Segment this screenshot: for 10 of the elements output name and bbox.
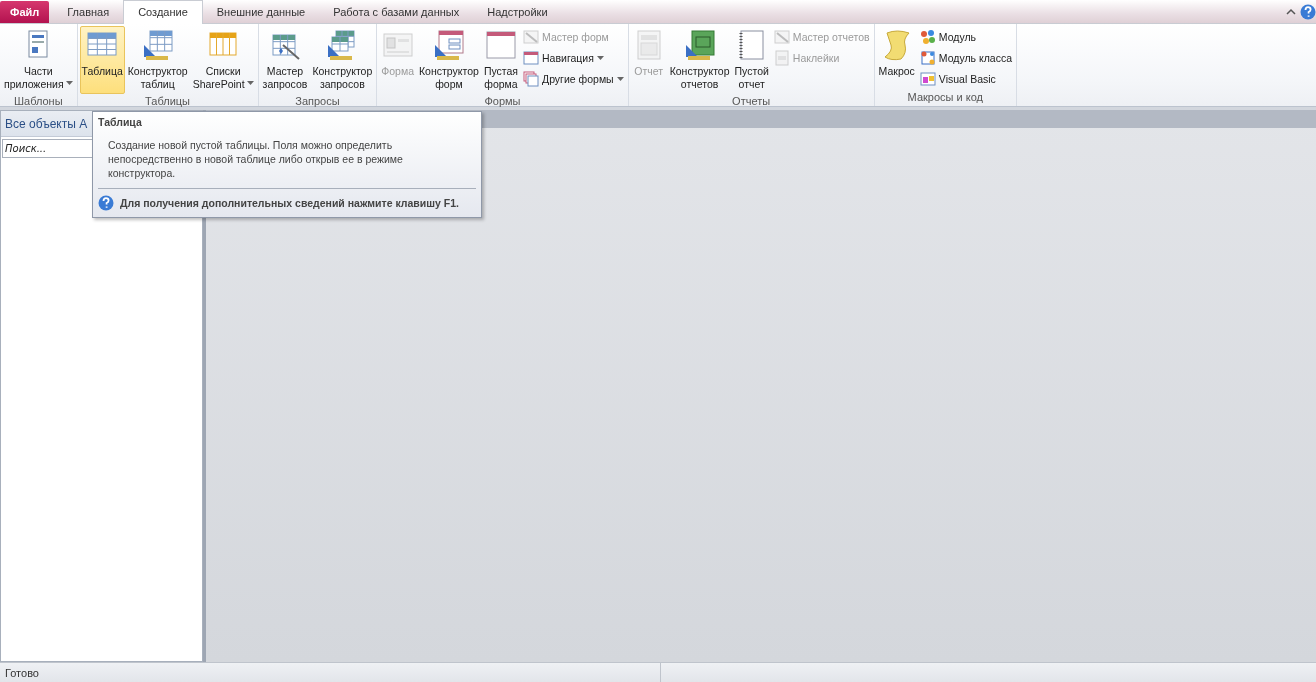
group-label: Запросы [294, 94, 341, 108]
group-label: Шаблоны [12, 94, 64, 108]
group-label: Макросы и код [906, 90, 984, 105]
tooltip-title: Таблица [98, 116, 143, 128]
group-label: Формы [483, 94, 522, 108]
group-label: Отчеты [731, 94, 772, 108]
status-text: Готово [5, 666, 39, 679]
help-hint: Для получения дополнительных сведений нажмите клавишу F1. [120, 197, 459, 209]
tooltip-text: Создание новой пустой таблицы. Поля можно определить непосредственно в новой таблице либо открыв ее в режиме конструктора. [107, 138, 404, 181]
group-label: Таблицы [144, 94, 192, 108]
